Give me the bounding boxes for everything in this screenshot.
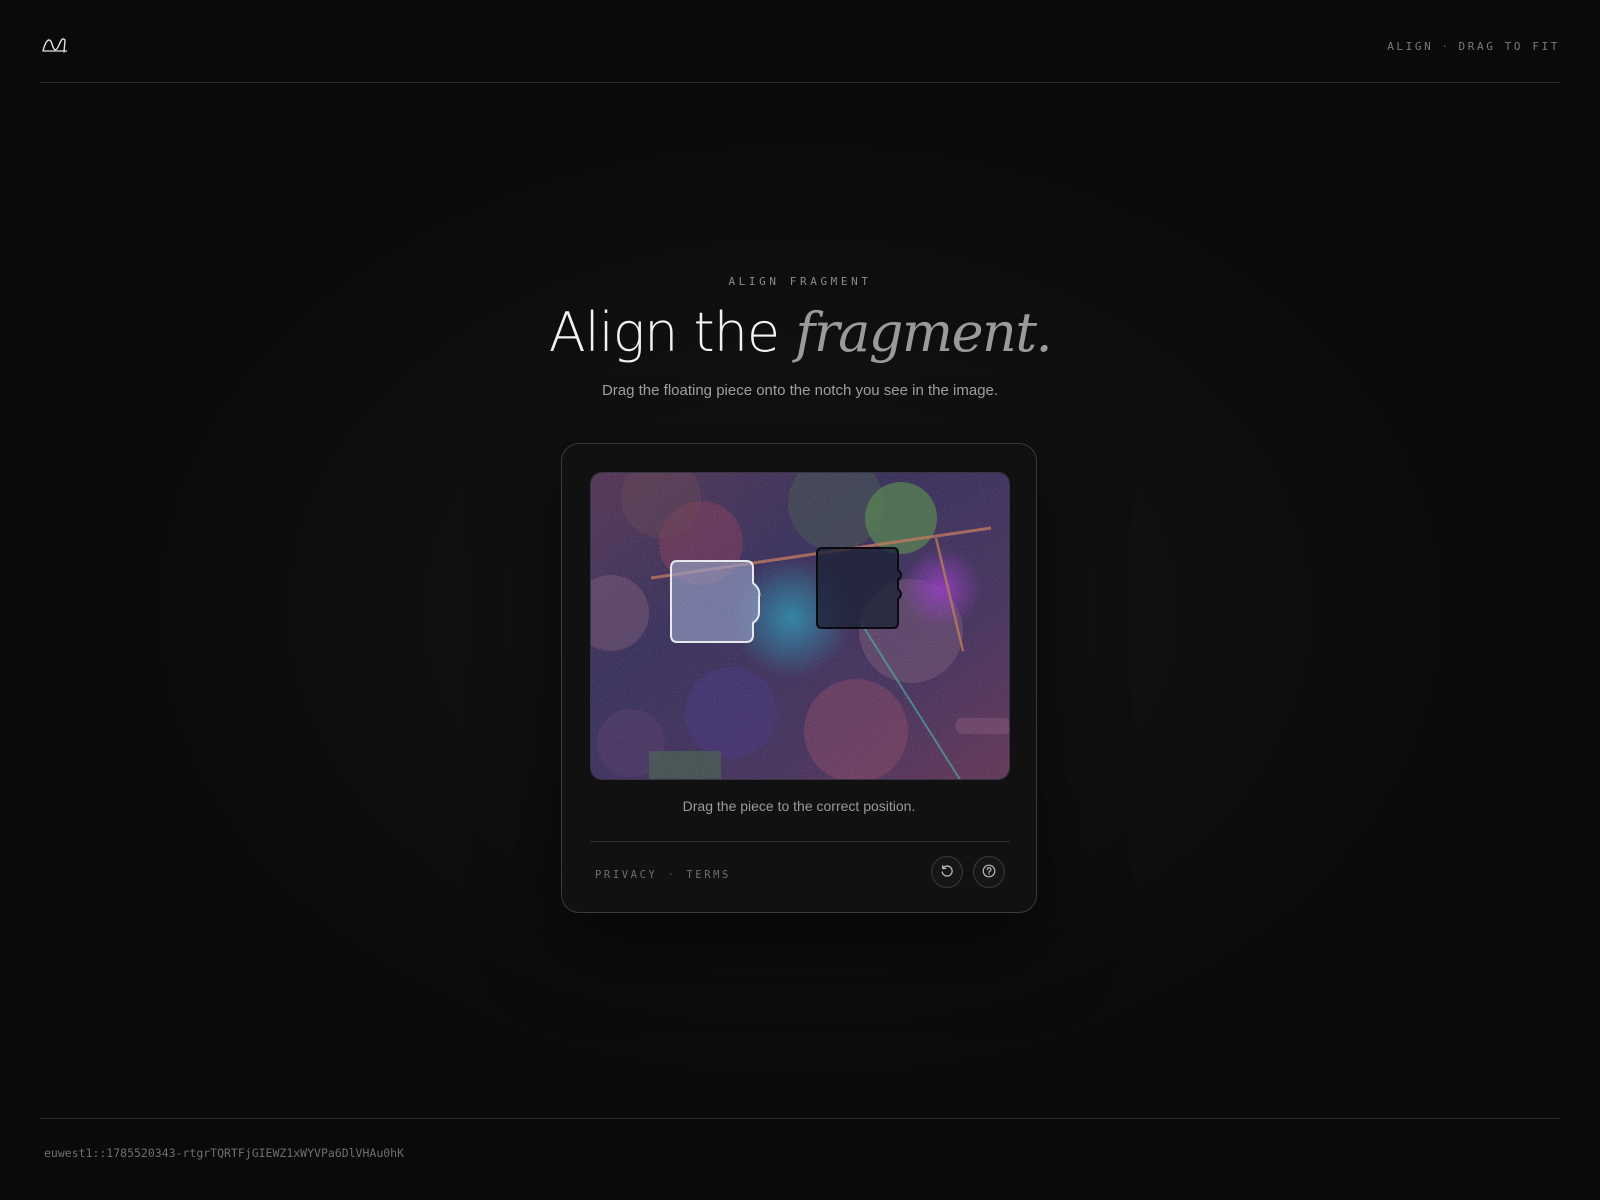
header-mode-label: ALIGN · DRAG TO FIT	[1387, 40, 1560, 53]
refresh-icon	[940, 863, 954, 882]
page-title: Align the fragment.	[0, 296, 1600, 370]
header-tag-secondary: DRAG TO FIT	[1458, 40, 1560, 53]
help-icon	[982, 863, 996, 882]
page-subtitle: Drag the floating piece onto the notch y…	[601, 382, 999, 399]
puzzle-canvas[interactable]	[590, 472, 1010, 780]
page-title-plain: Align the	[548, 301, 780, 364]
captcha-card: Drag the piece to the correct position. …	[561, 443, 1037, 913]
header-tag-separator: ·	[1441, 40, 1451, 53]
refresh-button[interactable]	[931, 856, 963, 888]
page-footer: euwest1::1785520343-rtgrTQRTFjGIEWZ1xWYV…	[40, 1118, 1560, 1160]
puzzle-draggable-piece[interactable]	[670, 560, 761, 643]
session-id: euwest1::1785520343-rtgrTQRTFjGIEWZ1xWYV…	[44, 1146, 405, 1160]
captcha-instruction: Drag the piece to the correct position.	[682, 798, 916, 814]
legal-links: PRIVACY · TERMS	[595, 869, 731, 881]
legal-links-separator: ·	[667, 869, 677, 881]
wave-logo-icon[interactable]	[42, 36, 68, 54]
privacy-link[interactable]: PRIVACY	[595, 869, 657, 881]
header-tag-primary: ALIGN	[1387, 40, 1434, 53]
terms-link[interactable]: TERMS	[686, 869, 731, 881]
puzzle-notch-target	[816, 547, 902, 629]
page-title-accent: fragment.	[795, 301, 1052, 364]
top-bar: ALIGN · DRAG TO FIT	[40, 0, 1560, 83]
eyebrow-label: ALIGN FRAGMENT	[728, 275, 872, 288]
help-button[interactable]	[973, 856, 1005, 888]
card-divider	[590, 841, 1010, 842]
